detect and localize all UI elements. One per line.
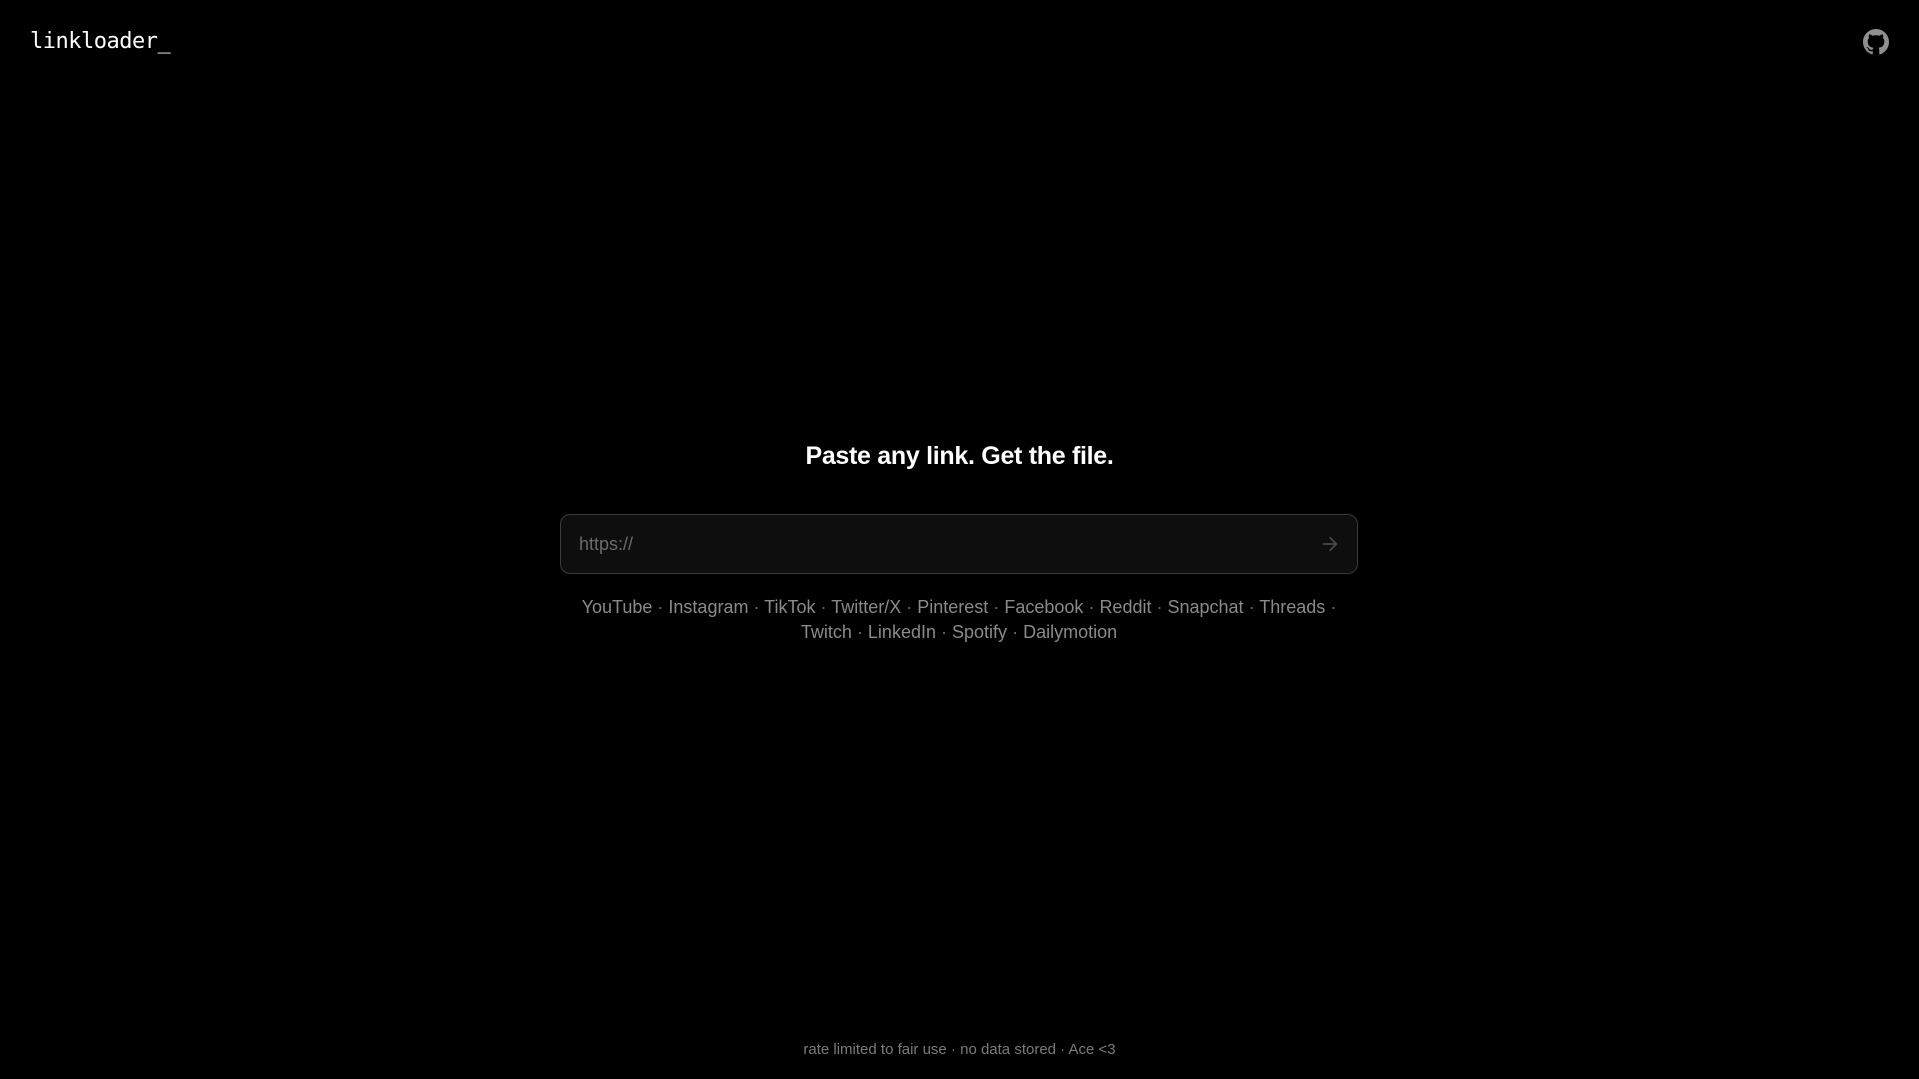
platform-item: LinkedIn (867, 622, 936, 642)
platform-item: Snapchat (1167, 597, 1244, 617)
footer: rate limited to fair use · no data store… (803, 1041, 1116, 1058)
platform-separator: · (753, 597, 760, 617)
platform-item: Reddit (1099, 597, 1152, 617)
platform-separator: · (1156, 597, 1163, 617)
headline: Paste any link. Get the file. (805, 442, 1114, 470)
platform-item: Pinterest (917, 597, 989, 617)
hero: Paste any link. Get the file. (0, 438, 1919, 474)
platform-separator: · (1088, 597, 1095, 617)
supported-platforms: YouTube · Instagram · TikTok · Twitter/X… (560, 595, 1358, 645)
platform-item: YouTube (581, 597, 653, 617)
platform-item: Dailymotion (1023, 622, 1118, 642)
arrow-right-icon (1319, 533, 1341, 555)
platform-separator: · (941, 622, 947, 642)
platform-item: Twitch (800, 622, 852, 642)
platform-item: Twitter/X (831, 597, 902, 617)
platform-separator: · (856, 622, 863, 642)
github-icon (1863, 29, 1889, 55)
platform-item: Threads (1259, 597, 1326, 617)
platform-item: Instagram (668, 597, 749, 617)
url-input-container (560, 514, 1358, 574)
platform-item: Facebook (1004, 597, 1084, 617)
platform-separator: · (820, 597, 827, 617)
platform-item: Spotify (952, 622, 1008, 642)
github-link[interactable] (1863, 29, 1889, 55)
platform-separator: · (993, 597, 1000, 617)
logo[interactable]: linkloader_ (30, 26, 171, 58)
platform-separator: · (906, 597, 913, 617)
submit-button[interactable] (1319, 533, 1341, 555)
platform-separator: · (1330, 597, 1337, 617)
platform-separator: · (657, 597, 664, 617)
platform-separator: · (1012, 622, 1019, 642)
platform-separator: · (1248, 597, 1255, 617)
url-input[interactable] (579, 515, 1279, 573)
platform-item: TikTok (764, 597, 816, 617)
